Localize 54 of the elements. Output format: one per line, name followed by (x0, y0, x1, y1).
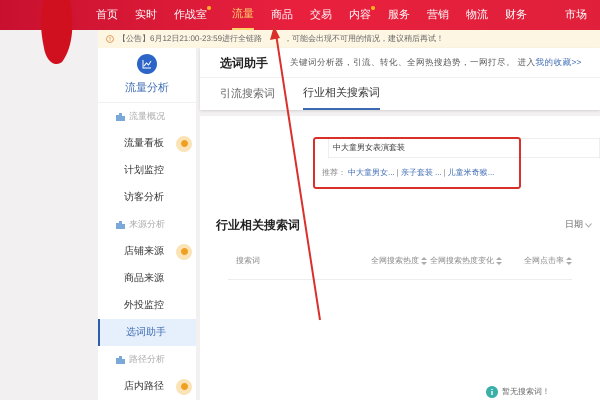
nav-tab[interactable]: 首页 (96, 0, 118, 30)
nav-tab[interactable]: 服务 (388, 0, 410, 30)
chevron-down-icon (585, 222, 592, 228)
building-icon (116, 220, 125, 228)
sidebar-item[interactable]: 外投监控 (98, 292, 196, 319)
bag-drawing (40, 0, 74, 66)
suggestions-label: 推荐： (322, 167, 346, 179)
nav-tab[interactable]: 营销 (427, 0, 449, 30)
column-header[interactable]: 全网点击率 (524, 254, 572, 266)
nav-tab[interactable]: 市场 (565, 0, 587, 30)
sort-icon[interactable] (496, 256, 502, 264)
nav-tab[interactable]: 实时 (135, 0, 157, 30)
nav-tab[interactable]: 作战室 (174, 0, 207, 30)
sidebar-section-label: 路径分析 (129, 352, 165, 366)
separator: | (396, 167, 399, 179)
info-icon (106, 35, 114, 43)
nav-tab[interactable]: 交易 (310, 0, 332, 30)
page-description: 关键词分析器，引流、转化、全网热搜趋势，一网打尽。 进入我的收藏>> (290, 56, 582, 69)
suggestion-link[interactable]: 亲子套装 ... (400, 167, 442, 179)
suggestion-link[interactable]: 儿童米奇猴... (448, 167, 494, 179)
sidebar-item[interactable]: 访客分析 (98, 184, 196, 211)
sort-icon[interactable] (566, 256, 572, 264)
nav-tab[interactable]: 内容 (349, 0, 371, 30)
separator: | (444, 167, 446, 179)
sidebar-title: 流量分析 (125, 80, 169, 96)
search-field[interactable]: 中大童男女表演套装 (328, 138, 600, 158)
sidebar-item[interactable]: 店内路径 (98, 373, 196, 400)
column-header[interactable]: 全网搜索热度变化 (430, 254, 524, 266)
nav-tab[interactable]: 商品 (271, 0, 293, 30)
line-chart-icon (137, 54, 157, 74)
section-title: 行业相关搜索词 (216, 217, 300, 234)
sidebar-item[interactable]: 店铺来源 (98, 238, 196, 265)
sidebar-item[interactable]: 商品来源 (98, 265, 196, 292)
tab[interactable]: 引流搜索词 (220, 78, 275, 110)
column-header[interactable]: 全网搜索热度 (371, 254, 430, 266)
sidebar-item[interactable]: 选词助手 (98, 319, 196, 346)
notice-text: 【公告】6月12日21:00-23:59进行全链路 (118, 33, 262, 45)
nav-tab[interactable]: 财务 (505, 0, 527, 30)
sidebar-item[interactable]: 流量看板 (98, 130, 196, 157)
sort-icon[interactable] (421, 256, 428, 264)
building-icon (116, 356, 125, 364)
column-header: 搜索词 (235, 254, 261, 266)
page-title: 选词助手 (220, 54, 268, 72)
notice-text: ，可能会出现不可用的情况，建议稍后再试！ (284, 33, 444, 45)
date-dropdown[interactable]: 日期 (565, 218, 592, 232)
building-icon (116, 112, 125, 120)
sidebar-item[interactable]: 计划监控 (98, 157, 196, 184)
sidebar-section-label: 流量概况 (129, 110, 165, 123)
sidebar-section-label: 来源分析 (129, 218, 165, 231)
empty-state-text: 暂无搜索词！ (502, 386, 550, 398)
favorites-link[interactable]: 我的收藏>> (535, 57, 582, 68)
suggestion-link[interactable]: 中大童男女... (348, 167, 395, 179)
tab[interactable]: 行业相关搜索词 (303, 78, 380, 110)
nav-tab[interactable]: 物流 (466, 0, 488, 30)
